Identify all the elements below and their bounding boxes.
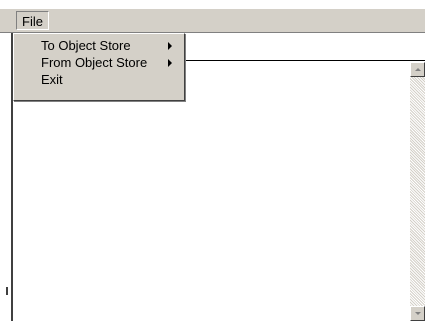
scroll-down-button[interactable] xyxy=(410,306,425,321)
menu-item-label: Exit xyxy=(41,72,63,87)
chevron-right-icon xyxy=(168,42,172,50)
vertical-scrollbar[interactable] xyxy=(410,62,425,321)
menu-item-to-object-store[interactable]: To Object Store xyxy=(16,38,182,54)
menu-bar: File xyxy=(0,9,425,33)
file-dropdown-menu: To Object Store From Object Store Exit xyxy=(13,33,185,101)
application-window: File To Object Store From Object Store E… xyxy=(0,0,425,321)
menu-item-label: From Object Store xyxy=(41,55,148,70)
menu-item-from-object-store[interactable]: From Object Store xyxy=(16,55,182,71)
arrow-down-icon xyxy=(414,312,421,315)
menu-item-exit[interactable]: Exit xyxy=(16,72,182,88)
arrow-up-icon xyxy=(414,68,421,71)
menu-item-label: To Object Store xyxy=(41,38,131,53)
scroll-up-button[interactable] xyxy=(410,62,425,77)
chevron-right-icon xyxy=(168,59,172,67)
window-edge-marker xyxy=(6,287,8,295)
file-menu-button[interactable]: File xyxy=(16,11,49,30)
